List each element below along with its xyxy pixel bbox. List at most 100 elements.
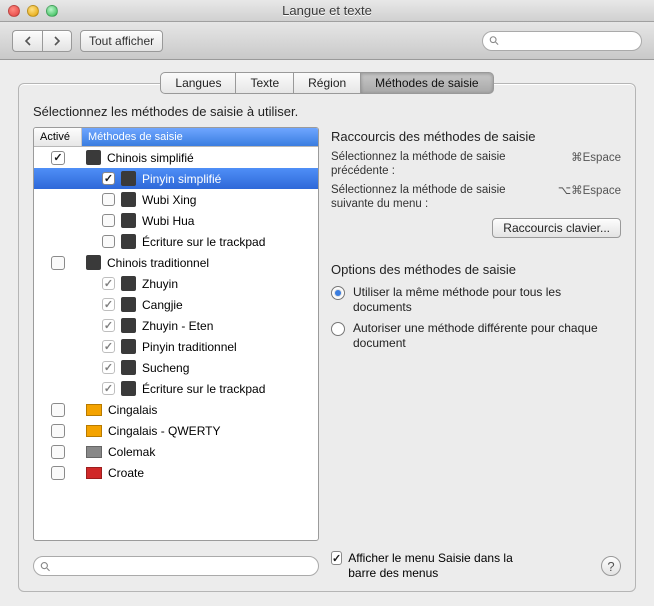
list-item-label: Chinois simplifié — [107, 151, 194, 165]
show-input-menu-label: Afficher le menu Saisie dans la barre de… — [348, 551, 541, 581]
list-item-label: Écriture sur le trackpad — [142, 235, 265, 249]
enable-checkbox[interactable] — [51, 445, 65, 459]
list-item[interactable]: Croate — [34, 462, 318, 483]
tabs: LanguesTexteRégionMéthodes de saisie — [18, 72, 636, 94]
ime-icon — [121, 360, 136, 375]
list-item-label: Écriture sur le trackpad — [142, 382, 265, 396]
next-shortcut-keys: ⌥⌘Espace — [550, 183, 621, 197]
radio-icon — [331, 286, 345, 300]
tab-3[interactable]: Méthodes de saisie — [361, 72, 493, 94]
search-icon — [489, 35, 499, 46]
flag-icon — [86, 425, 102, 437]
help-button[interactable]: ? — [601, 556, 621, 576]
list-item-child[interactable]: Écriture sur le trackpad — [34, 378, 318, 399]
ime-icon — [121, 318, 136, 333]
list-item-label: Cangjie — [142, 298, 183, 312]
show-all-button[interactable]: Tout afficher — [80, 30, 163, 52]
next-shortcut-label: Sélectionnez la méthode de saisie suivan… — [331, 183, 550, 212]
list-item-child[interactable]: Sucheng — [34, 357, 318, 378]
ime-icon — [86, 150, 101, 165]
sub-enable-checkbox[interactable] — [102, 298, 115, 311]
chevron-right-icon — [52, 36, 62, 46]
ime-icon — [121, 297, 136, 312]
list-item-child[interactable]: Pinyin simplifié — [34, 168, 318, 189]
chevron-left-icon — [23, 36, 33, 46]
enable-checkbox[interactable] — [51, 151, 65, 165]
ime-icon — [121, 192, 136, 207]
option-same-method[interactable]: Utiliser la même méthode pour tous les d… — [331, 285, 621, 315]
list-item[interactable]: Chinois simplifié — [34, 147, 318, 168]
list-item-child[interactable]: Wubi Xing — [34, 189, 318, 210]
col-method-header[interactable]: Méthodes de saisie — [82, 128, 318, 146]
sub-enable-checkbox[interactable] — [102, 214, 115, 227]
list-item[interactable]: Cingalais - QWERTY — [34, 420, 318, 441]
list-item[interactable]: Cingalais — [34, 399, 318, 420]
checkbox-icon — [331, 551, 342, 565]
list-item-child[interactable]: Pinyin traditionnel — [34, 336, 318, 357]
sub-enable-checkbox[interactable] — [102, 382, 115, 395]
sub-enable-checkbox[interactable] — [102, 235, 115, 248]
ime-icon — [121, 213, 136, 228]
flag-icon — [86, 446, 102, 458]
flag-icon — [86, 404, 102, 416]
title-bar: Langue et texte — [0, 0, 654, 22]
sub-enable-checkbox[interactable] — [102, 319, 115, 332]
list-item-label: Cingalais - QWERTY — [108, 424, 220, 438]
sub-enable-checkbox[interactable] — [102, 361, 115, 374]
shortcuts-heading: Raccourcis des méthodes de saisie — [331, 129, 621, 144]
list-item[interactable]: Chinois traditionnel — [34, 252, 318, 273]
sub-enable-checkbox[interactable] — [102, 193, 115, 206]
options-heading: Options des méthodes de saisie — [331, 262, 621, 277]
ime-icon — [86, 255, 101, 270]
forward-button[interactable] — [42, 30, 72, 52]
toolbar: Tout afficher — [0, 22, 654, 60]
ime-icon — [121, 171, 136, 186]
enable-checkbox[interactable] — [51, 424, 65, 438]
list-item-label: Zhuyin - Eten — [142, 319, 213, 333]
enable-checkbox[interactable] — [51, 256, 65, 270]
settings-panel: Sélectionnez les méthodes de saisie à ut… — [18, 83, 636, 592]
enable-checkbox[interactable] — [51, 466, 65, 480]
list-item-child[interactable]: Cangjie — [34, 294, 318, 315]
show-input-menu-checkbox[interactable]: Afficher le menu Saisie dans la barre de… — [331, 551, 541, 581]
list-item-label: Zhuyin — [142, 277, 178, 291]
tab-2[interactable]: Région — [294, 72, 361, 94]
tab-1[interactable]: Texte — [236, 72, 294, 94]
option-same-method-label: Utiliser la même méthode pour tous les d… — [353, 285, 621, 315]
sub-enable-checkbox[interactable] — [102, 277, 115, 290]
list-item-child[interactable]: Zhuyin — [34, 273, 318, 294]
radio-icon — [331, 322, 345, 336]
list-filter-search[interactable] — [33, 556, 319, 576]
list-item-label: Wubi Hua — [142, 214, 194, 228]
ime-icon — [121, 381, 136, 396]
list-item-label: Sucheng — [142, 361, 189, 375]
option-diff-method[interactable]: Autoriser une méthode différente pour ch… — [331, 321, 621, 351]
panel-subtitle: Sélectionnez les méthodes de saisie à ut… — [33, 104, 621, 119]
list-item-label: Colemak — [108, 445, 155, 459]
tab-0[interactable]: Langues — [160, 72, 236, 94]
list-item-label: Cingalais — [108, 403, 157, 417]
col-active-header[interactable]: Activé — [34, 128, 82, 146]
ime-icon — [121, 339, 136, 354]
sub-enable-checkbox[interactable] — [102, 340, 115, 353]
prev-shortcut-label: Sélectionnez la méthode de saisie précéd… — [331, 150, 563, 179]
keyboard-shortcuts-button[interactable]: Raccourcis clavier... — [492, 218, 621, 238]
toolbar-search[interactable] — [482, 31, 642, 51]
list-item-child[interactable]: Zhuyin - Eten — [34, 315, 318, 336]
list-item[interactable]: Colemak — [34, 441, 318, 462]
right-column: Raccourcis des méthodes de saisie Sélect… — [331, 127, 621, 541]
list-header: Activé Méthodes de saisie — [34, 128, 318, 147]
flag-icon — [86, 467, 102, 479]
toolbar-search-input[interactable] — [503, 35, 635, 47]
list-rows[interactable]: Chinois simplifié Pinyin simplifiéWubi Xi… — [34, 147, 318, 540]
list-item-label: Croate — [108, 466, 144, 480]
prev-shortcut-keys: ⌘Espace — [563, 150, 621, 164]
list-item-child[interactable]: Écriture sur le trackpad — [34, 231, 318, 252]
window-title: Langue et texte — [0, 3, 654, 18]
list-filter-input[interactable] — [54, 560, 312, 572]
back-button[interactable] — [12, 30, 42, 52]
list-item-child[interactable]: Wubi Hua — [34, 210, 318, 231]
input-methods-list: Activé Méthodes de saisie Chinois simpli… — [33, 127, 319, 541]
sub-enable-checkbox[interactable] — [102, 172, 115, 185]
enable-checkbox[interactable] — [51, 403, 65, 417]
